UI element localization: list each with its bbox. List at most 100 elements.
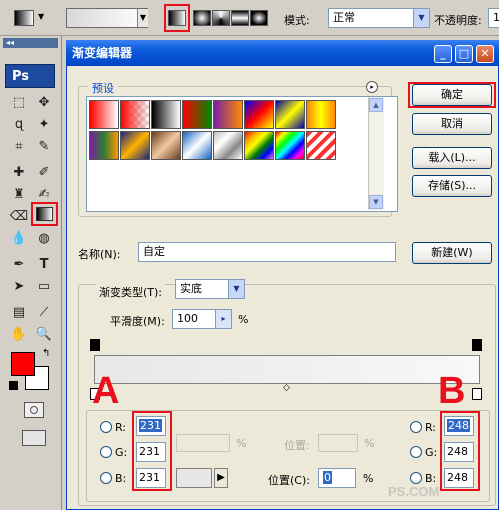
radial-gradient-button[interactable] <box>193 10 211 26</box>
g-input-left[interactable]: 231 <box>136 442 166 462</box>
preset-swatch[interactable] <box>182 131 212 160</box>
opacity-stop-left[interactable] <box>90 339 100 351</box>
opacity-input[interactable]: 1 <box>488 8 499 28</box>
r-radio-left[interactable] <box>100 421 112 433</box>
b-input-right[interactable]: 248 <box>444 468 474 488</box>
default-colors-icon[interactable] <box>9 381 18 390</box>
path-selection-tool-icon[interactable]: ➤ <box>8 276 30 298</box>
foreground-color-swatch[interactable] <box>11 352 35 376</box>
notes-tool-icon[interactable]: ▤ <box>8 302 30 324</box>
scroll-up-icon[interactable]: ▲ <box>369 98 383 112</box>
ok-button[interactable]: 确定 <box>412 84 492 106</box>
load-button[interactable]: 载入(L)... <box>412 147 492 169</box>
move-tool-icon[interactable]: ✥ <box>33 92 55 114</box>
maximize-icon[interactable]: □ <box>455 45 473 63</box>
hand-tool-icon[interactable]: ✋ <box>8 324 30 346</box>
g-radio-right[interactable] <box>410 446 422 458</box>
preset-swatch[interactable] <box>213 100 243 129</box>
slice-tool-icon[interactable]: ✎ <box>33 136 55 158</box>
save-button[interactable]: 存储(S)... <box>412 175 492 197</box>
crop-tool-icon[interactable]: ⌗ <box>8 136 30 158</box>
r-input-left[interactable]: 231 <box>136 416 166 436</box>
preset-swatch[interactable] <box>275 131 305 160</box>
color-menu-arrow-icon[interactable]: ▶ <box>214 468 228 488</box>
marquee-tool-icon[interactable]: ⬚ <box>8 92 30 114</box>
photoshop-logo[interactable]: Ps <box>5 64 55 88</box>
r-input-right[interactable]: 248 <box>444 416 474 436</box>
eyedropper-tool-icon[interactable]: ⟋ <box>33 302 55 324</box>
presets-scrollbar[interactable] <box>368 97 384 210</box>
shape-tool-icon[interactable]: ▭ <box>33 276 55 298</box>
pen-tool-icon[interactable]: ✒ <box>8 254 30 276</box>
gradient-type-label: 渐变类型(T): <box>96 284 166 300</box>
preset-swatch[interactable] <box>244 131 274 160</box>
gradient-type-select[interactable]: 实底 ▼ <box>175 279 245 299</box>
eraser-tool-icon[interactable]: ⌫ <box>8 206 30 228</box>
magic-wand-tool-icon[interactable]: ✦ <box>33 114 55 136</box>
b-value-left: 231 <box>139 471 160 484</box>
diamond-gradient-button[interactable] <box>250 10 268 26</box>
brush-tool-icon[interactable]: ✐ <box>33 162 55 184</box>
b-input-left[interactable]: 231 <box>136 468 166 488</box>
preset-swatch[interactable] <box>213 131 243 160</box>
scroll-down-icon[interactable]: ▼ <box>369 195 383 209</box>
close-icon[interactable]: ✕ <box>476 45 494 63</box>
swap-colors-icon[interactable]: ↰ <box>42 348 50 359</box>
preset-swatch[interactable] <box>120 100 150 129</box>
healing-brush-tool-icon[interactable]: ✚ <box>8 162 30 184</box>
gradient-picker-dropdown-icon[interactable]: ▼ <box>137 9 148 27</box>
preset-swatch[interactable] <box>151 131 181 160</box>
g-label-left: G: <box>115 446 128 459</box>
preset-swatch[interactable] <box>182 100 212 129</box>
r-radio-right[interactable] <box>410 421 422 433</box>
preset-swatch[interactable] <box>89 131 119 160</box>
mode-label: 模式: <box>284 14 310 27</box>
smoothness-stepper-icon[interactable]: ▸ <box>215 310 231 328</box>
cancel-button[interactable]: 取消 <box>412 113 492 135</box>
position-input[interactable]: 0 <box>318 468 356 488</box>
mode-select[interactable]: 正常 ▼ <box>328 8 430 28</box>
preset-swatch[interactable] <box>89 100 119 129</box>
name-input[interactable]: 自定 <box>138 242 396 262</box>
annotation-a: A <box>92 370 120 412</box>
clone-stamp-tool-icon[interactable]: ♜ <box>8 184 30 206</box>
opacity-stop-right[interactable] <box>472 339 482 351</box>
g-label-right: G: <box>425 446 438 459</box>
new-button[interactable]: 新建(W) <box>412 242 492 264</box>
smoothness-unit: % <box>238 313 249 326</box>
lasso-tool-icon[interactable]: ɋ <box>8 114 30 136</box>
stop-color-swatch[interactable] <box>176 468 212 488</box>
gradient-tool-icon[interactable] <box>14 10 34 26</box>
blur-tool-icon[interactable]: 💧 <box>8 228 30 250</box>
minimize-icon[interactable]: _ <box>434 45 452 63</box>
g-input-right[interactable]: 248 <box>444 442 474 462</box>
type-tool-icon[interactable]: T <box>33 254 55 276</box>
preset-swatch[interactable] <box>151 100 181 129</box>
preset-swatch[interactable] <box>306 100 336 129</box>
smoothness-input[interactable]: 100 ▸ <box>172 309 232 329</box>
linear-gradient-button[interactable] <box>168 10 186 26</box>
reflected-gradient-button[interactable] <box>231 10 249 26</box>
preset-swatch[interactable] <box>120 131 150 160</box>
g-radio-left[interactable] <box>100 446 112 458</box>
b-radio-left[interactable] <box>100 472 112 484</box>
smoothness-value: 100 <box>177 312 198 325</box>
preset-swatch[interactable] <box>244 100 274 129</box>
gradient-bar[interactable] <box>94 355 480 384</box>
toolbox-header[interactable]: ◂◂ <box>3 38 58 48</box>
zoom-tool-icon[interactable]: 🔍 <box>33 324 55 346</box>
tool-preset-dropdown-icon[interactable]: ▼ <box>38 12 44 21</box>
dodge-tool-icon[interactable]: ◍ <box>33 228 55 250</box>
b-radio-right[interactable] <box>410 472 422 484</box>
gradient-preview-picker[interactable] <box>66 8 148 28</box>
quick-mask-icon[interactable] <box>30 406 38 414</box>
preset-swatch[interactable] <box>306 131 336 160</box>
angle-gradient-button[interactable] <box>212 10 230 26</box>
gradient-tool-icon[interactable] <box>36 207 53 221</box>
color-stop-right[interactable] <box>472 388 482 400</box>
preset-swatch[interactable] <box>275 100 305 129</box>
presets-menu-icon[interactable]: ▸ <box>366 81 378 93</box>
g-value-right: 248 <box>447 445 468 458</box>
midpoint-diamond-icon[interactable]: ◇ <box>283 383 290 393</box>
screen-mode-icon[interactable] <box>22 430 46 446</box>
